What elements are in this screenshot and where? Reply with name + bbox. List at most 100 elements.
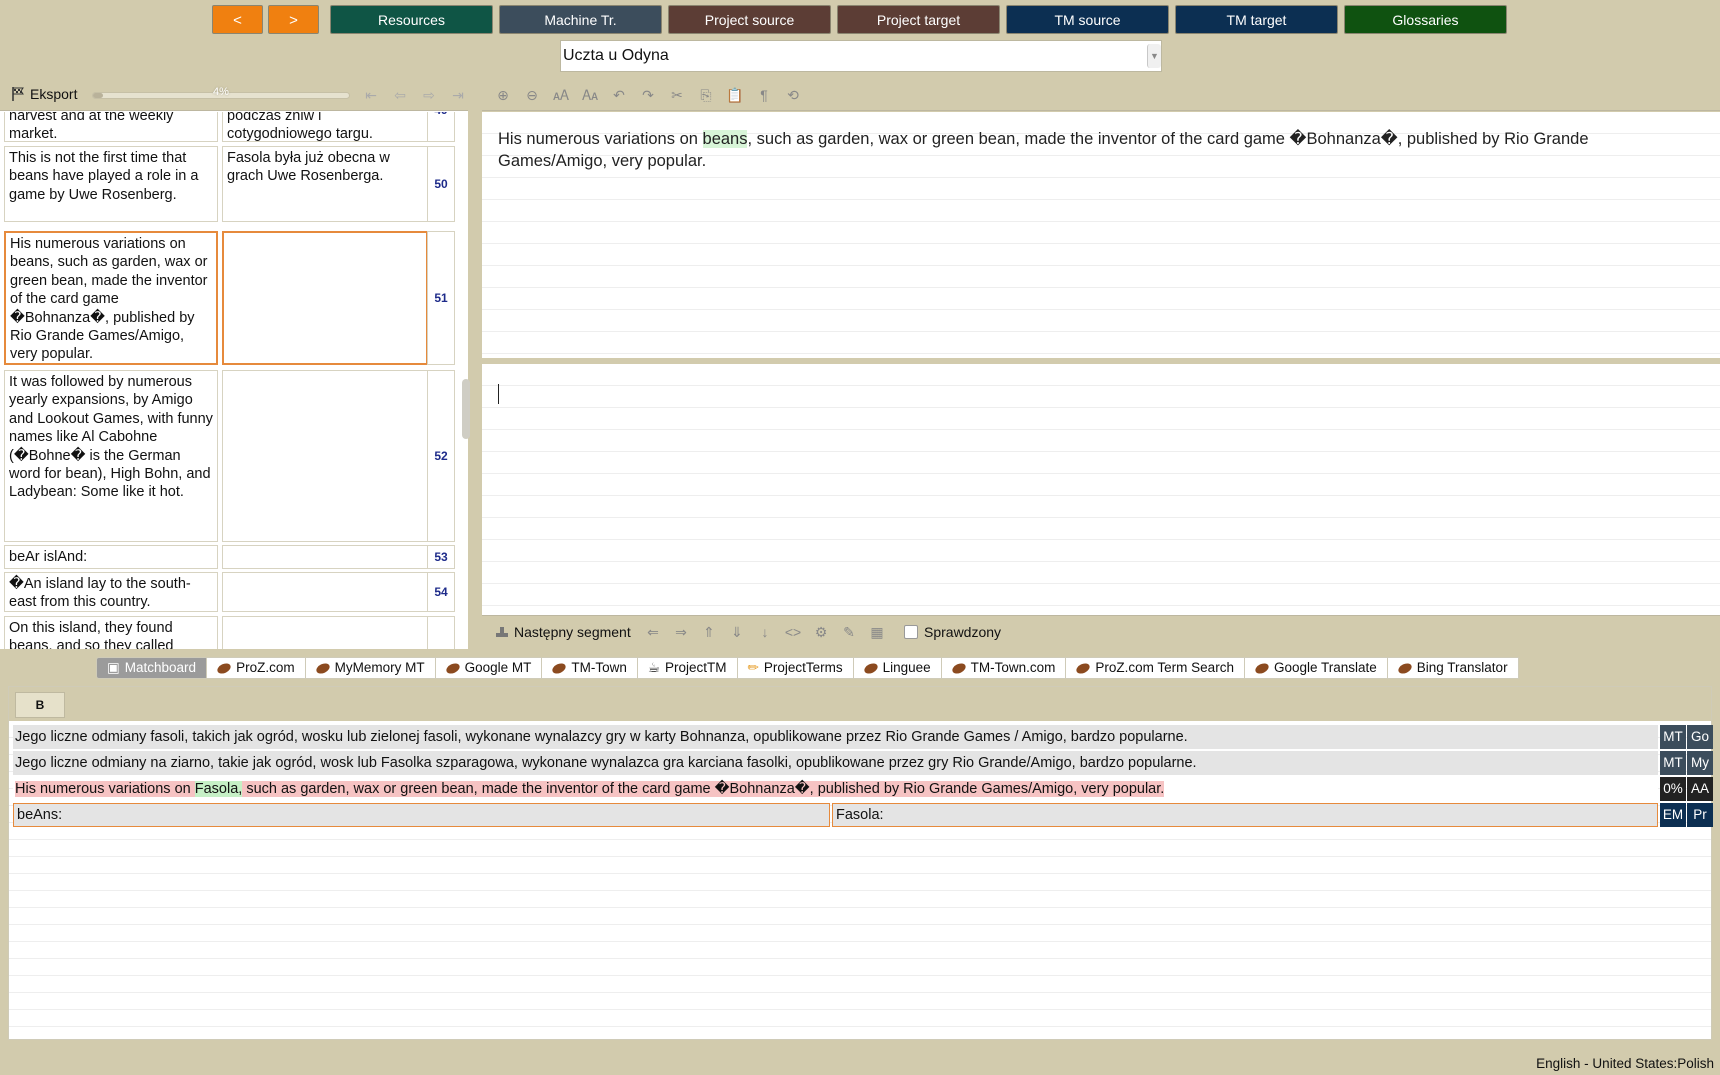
segment-target[interactable] <box>222 545 428 569</box>
first-segment-icon[interactable]: ⇤ <box>360 85 382 105</box>
segment-target[interactable] <box>222 616 428 649</box>
edit-icon[interactable]: ✎ <box>838 622 860 642</box>
paste-icon[interactable]: 📋 <box>724 85 746 105</box>
prev-segment-icon[interactable]: ⇦ <box>389 85 411 105</box>
previous-button[interactable]: < <box>212 5 263 34</box>
match-row-mt[interactable]: Jego liczne odmiany na ziarno, takie jak… <box>13 751 1713 775</box>
undo-icon[interactable]: ↶ <box>608 85 630 105</box>
match-text[interactable]: His numerous variations on Fasola, such … <box>13 777 1658 801</box>
last-segment-icon[interactable]: ⇥ <box>447 85 469 105</box>
target-editor[interactable] <box>482 364 1720 615</box>
match-text[interactable]: Jego liczne odmiany na ziarno, takie jak… <box>13 751 1658 775</box>
match-diff: His numerous variations on <box>15 781 195 797</box>
cut-icon[interactable]: ✂ <box>666 85 688 105</box>
resources-button[interactable]: Resources <box>330 5 493 34</box>
merge-down-icon[interactable]: ⇓ <box>726 622 748 642</box>
tab-project-tm[interactable]: ☕ ProjectTM <box>637 657 738 679</box>
redo-icon[interactable]: ↷ <box>637 85 659 105</box>
tab-mymemory[interactable]: MyMemory MT <box>305 657 436 679</box>
project-select[interactable]: Uczta u Odyna ▼ <box>560 40 1162 72</box>
match-row-glossary[interactable]: beAns: Fasola: EM Pr <box>13 803 1713 827</box>
segment-source[interactable]: �An island lay to the south-east from th… <box>4 572 218 612</box>
tab-label: ProjectTerms <box>763 660 843 675</box>
tab-proz[interactable]: ProZ.com <box>207 657 306 679</box>
segment-target[interactable]: Fasola była już obecna w grach Uwe Rosen… <box>222 146 428 222</box>
segment-row[interactable]: beAr islAnd: 53 <box>4 545 456 569</box>
checked-label: Sprawdzony <box>924 624 1002 640</box>
segment-source[interactable]: His numerous variations on beans, such a… <box>4 231 218 365</box>
tm-source-button[interactable]: TM source <box>1006 5 1169 34</box>
tm-target-button[interactable]: TM target <box>1175 5 1338 34</box>
segment-list-toolbar: Eksport 4% ⇤ ⇦ ⇨ ⇥ <box>0 79 468 111</box>
glossary-target-term[interactable]: Fasola: <box>832 803 1658 827</box>
zoom-out-icon[interactable]: ⊖ <box>521 85 543 105</box>
tab-linguee[interactable]: Linguee <box>853 657 942 679</box>
bean-icon <box>551 660 568 676</box>
table-icon[interactable]: ▦ <box>866 622 888 642</box>
font-larger-icon[interactable]: 🗛 <box>579 85 601 105</box>
tab-tm-town[interactable]: TM-Town <box>542 657 638 679</box>
tab-label: ProZ.com Term Search <box>1095 660 1234 675</box>
segment-target[interactable] <box>222 370 428 542</box>
segment-row[interactable]: �An island lay to the south-east from th… <box>4 572 456 612</box>
match-type-badge: MT <box>1660 751 1686 775</box>
match-source-badge: Pr <box>1687 803 1713 827</box>
next-segment-button[interactable]: Następny segment <box>494 624 631 640</box>
export-button[interactable]: Eksport <box>10 86 77 102</box>
tab-google-mt[interactable]: Google MT <box>435 657 543 679</box>
cube-icon: ▣ <box>107 660 120 675</box>
match-row-mt[interactable]: Jego liczne odmiany fasoli, takich jak o… <box>13 725 1713 749</box>
match-row-tm[interactable]: His numerous variations on Fasola, such … <box>13 777 1713 801</box>
pilcrow-icon[interactable]: ¶ <box>753 85 775 105</box>
language-pair-status: English - United States:Polish <box>1536 1056 1714 1071</box>
tab-matchboard[interactable]: ▣ Matchboard <box>96 657 208 679</box>
tab-proz-term-search[interactable]: ProZ.com Term Search <box>1066 657 1245 679</box>
tab-tm-town-com[interactable]: TM-Town.com <box>941 657 1067 679</box>
segment-source[interactable]: On this island, they found beans, and so… <box>4 616 218 649</box>
segment-source[interactable]: beAr islAnd: <box>4 545 218 569</box>
source-editor[interactable]: His numerous variations on beans, such a… <box>482 112 1720 358</box>
checked-toggle[interactable]: Sprawdzony <box>904 624 1001 640</box>
text-caret <box>498 384 499 404</box>
tab-label: TM-Town <box>571 660 627 675</box>
next-button[interactable]: > <box>268 5 319 34</box>
refresh-icon[interactable]: ⟲ <box>782 85 804 105</box>
glossary-source-term[interactable]: beAns: <box>13 803 830 827</box>
copy-source-icon[interactable]: ⇐ <box>642 622 664 642</box>
bold-button[interactable]: B <box>15 692 65 718</box>
segment-list-scrollbar[interactable] <box>462 379 470 439</box>
project-target-button[interactable]: Project target <box>837 5 1000 34</box>
segment-target[interactable]: podczas żniw i cotygodniowego targu. <box>222 112 428 142</box>
export-label: Eksport <box>30 86 78 102</box>
segment-row-active[interactable]: His numerous variations on beans, such a… <box>4 231 456 365</box>
machine-translation-button[interactable]: Machine Tr. <box>499 5 662 34</box>
segment-source[interactable]: It was followed by numerous yearly expan… <box>4 370 218 542</box>
tab-google-translate[interactable]: Google Translate <box>1244 657 1388 679</box>
arrow-down-icon[interactable]: ↓ <box>754 622 776 642</box>
segment-row[interactable]: It was followed by numerous yearly expan… <box>4 370 456 542</box>
segment-source[interactable]: This is not the first time that beans ha… <box>4 146 218 222</box>
segment-target[interactable] <box>222 572 428 612</box>
settings-icon[interactable]: ⚙ <box>810 622 832 642</box>
project-source-button[interactable]: Project source <box>668 5 831 34</box>
chevron-down-icon[interactable]: ▼ <box>1147 44 1161 68</box>
segment-row[interactable]: This is not the first time that beans ha… <box>4 146 456 222</box>
checked-checkbox[interactable] <box>904 625 918 639</box>
segment-row[interactable]: On this island, they found beans, and so… <box>4 616 456 649</box>
segment-row[interactable]: harvest and at the weekly market. podcza… <box>4 112 456 142</box>
copy-icon[interactable]: ⎘ <box>695 85 717 105</box>
glossaries-button[interactable]: Glossaries <box>1344 5 1507 34</box>
next-segment-icon[interactable]: ⇨ <box>418 85 440 105</box>
tab-bing-translator[interactable]: Bing Translator <box>1387 657 1519 679</box>
zoom-in-icon[interactable]: ⊕ <box>492 85 514 105</box>
font-smaller-icon[interactable]: 🗚 <box>550 85 572 105</box>
merge-up-icon[interactable]: ⇑ <box>698 622 720 642</box>
tags-icon[interactable]: <> <box>782 622 804 642</box>
segment-source[interactable]: harvest and at the weekly market. <box>4 112 218 142</box>
stamp-icon <box>496 627 508 637</box>
tab-project-terms[interactable]: ✏ ProjectTerms <box>737 657 854 679</box>
match-source-badge: Go <box>1687 725 1713 749</box>
match-text[interactable]: Jego liczne odmiany fasoli, takich jak o… <box>13 725 1658 749</box>
insert-icon[interactable]: ⇒ <box>670 622 692 642</box>
segment-target[interactable] <box>222 231 428 365</box>
